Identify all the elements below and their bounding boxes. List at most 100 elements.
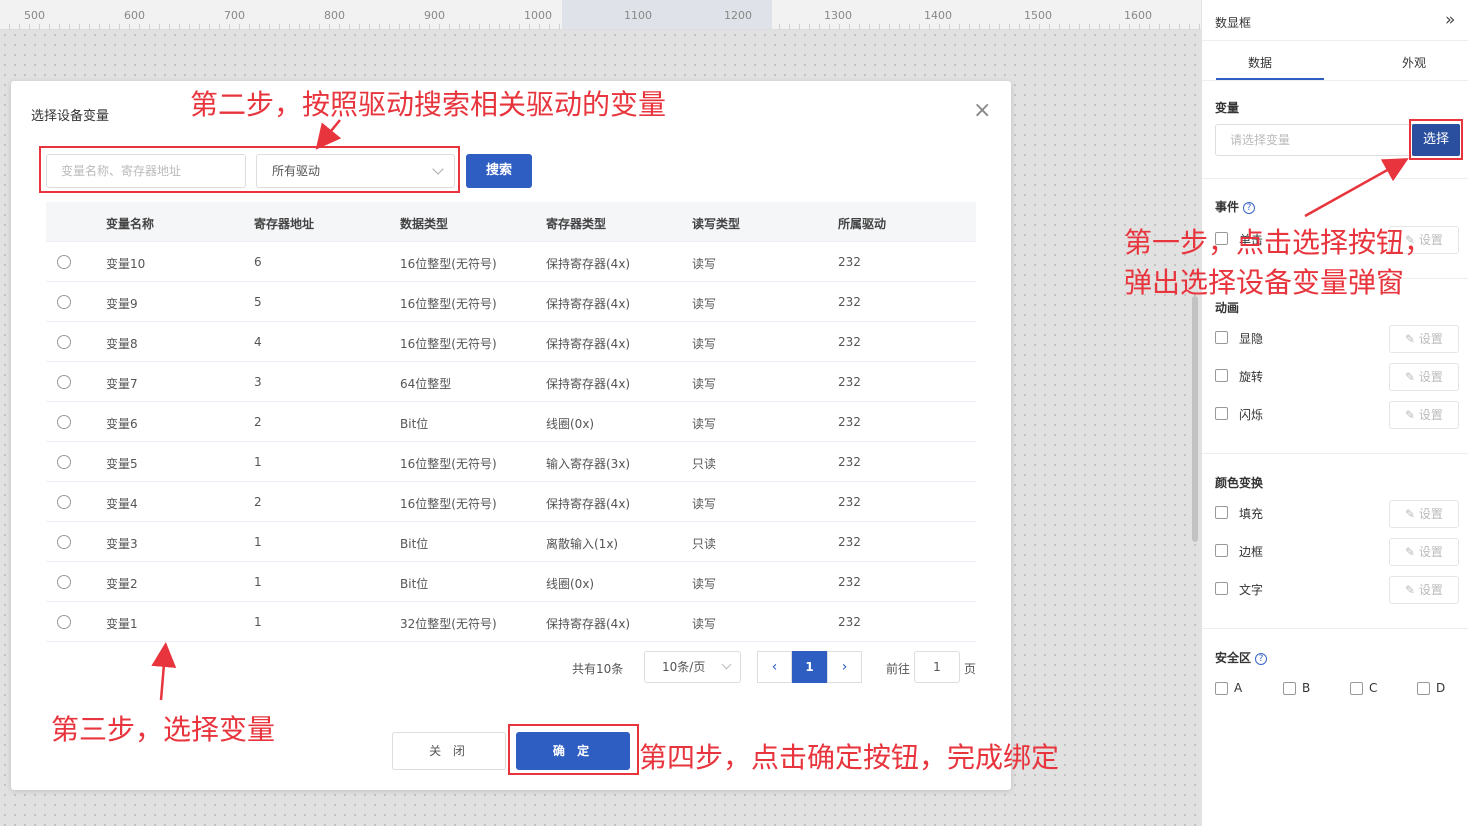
row-radio[interactable]: [57, 255, 71, 269]
row-radio[interactable]: [57, 455, 71, 469]
table-cell: 2: [254, 495, 262, 509]
table-row[interactable]: 变量6 2 Bit位 线圈(0x) 读写 232: [46, 402, 976, 442]
table-cell: 232: [838, 375, 861, 389]
close-button[interactable]: 关 闭: [392, 732, 506, 770]
row-radio[interactable]: [57, 335, 71, 349]
table-row[interactable]: 变量4 2 16位整型(无符号) 保持寄存器(4x) 读写 232: [46, 482, 976, 522]
table-cell: 3: [254, 375, 262, 389]
safe-zone-a-checkbox[interactable]: [1215, 682, 1228, 695]
color-fill-set-button[interactable]: ✎ 设置: [1389, 500, 1459, 528]
active-tab-indicator: [1216, 78, 1324, 80]
table-cell: 保持寄存器(4x): [546, 497, 631, 511]
table-cell: 读写: [692, 297, 717, 311]
variable-input[interactable]: 请选择变量: [1215, 124, 1415, 156]
tab-data[interactable]: 数据: [1248, 54, 1272, 71]
table-cell: Bit位: [400, 417, 429, 431]
row-radio[interactable]: [57, 375, 71, 389]
help-icon[interactable]: ?: [1243, 201, 1256, 214]
safe-zone-label: 安全区: [1215, 651, 1252, 665]
table-cell: 变量10: [106, 257, 146, 271]
collapse-icon[interactable]: »: [1445, 10, 1456, 30]
table-cell: 1: [254, 455, 262, 469]
table-cell: 变量6: [106, 417, 138, 431]
safe-zone-c-checkbox[interactable]: [1350, 682, 1363, 695]
table-row[interactable]: 变量2 1 Bit位 线圈(0x) 读写 232: [46, 562, 976, 602]
table-cell: 只读: [692, 537, 717, 551]
column-header: 变量名称: [106, 217, 155, 231]
color-text-set-button[interactable]: ✎ 设置: [1389, 576, 1459, 604]
table-row[interactable]: 变量10 6 16位整型(无符号) 保持寄存器(4x) 读写 232: [46, 242, 976, 282]
table-cell: 1: [254, 575, 262, 589]
table-row[interactable]: 变量8 4 16位整型(无符号) 保持寄存器(4x) 读写 232: [46, 322, 976, 362]
next-page-button[interactable]: ›: [827, 651, 862, 683]
safe-zone-d-checkbox[interactable]: [1417, 682, 1430, 695]
row-radio[interactable]: [57, 535, 71, 549]
ruler-tick-label: 800: [324, 9, 345, 22]
animation-rotate-label: 旋转: [1239, 370, 1264, 384]
color-fill-checkbox[interactable]: [1215, 506, 1228, 519]
row-radio[interactable]: [57, 615, 71, 629]
animation-show-checkbox[interactable]: [1215, 331, 1228, 344]
safe-zone-section-title: 安全区?: [1215, 649, 1268, 666]
ruler-tick-label: 1500: [1024, 9, 1052, 22]
table-cell: 232: [838, 615, 861, 629]
close-icon[interactable]: ×: [973, 98, 991, 123]
table-cell: 读写: [692, 337, 717, 351]
table-cell: 64位整型: [400, 377, 452, 391]
table-cell: 1: [254, 615, 262, 629]
safe-zone-b-checkbox[interactable]: [1283, 682, 1296, 695]
row-radio[interactable]: [57, 495, 71, 509]
table-cell: 线圈(0x): [546, 417, 595, 431]
tab-appearance[interactable]: 外观: [1402, 54, 1426, 71]
select-highlight-box: [1409, 119, 1463, 160]
table-cell: 5: [254, 295, 262, 309]
panel-title: 数显框: [1215, 16, 1252, 30]
table-cell: 232: [838, 295, 861, 309]
table-cell: 232: [838, 335, 861, 349]
prev-page-button[interactable]: ‹: [757, 651, 792, 683]
page-size-select[interactable]: 10条/页: [644, 651, 741, 683]
table-row[interactable]: 变量5 1 16位整型(无符号) 输入寄存器(3x) 只读 232: [46, 442, 976, 482]
color-text-checkbox[interactable]: [1215, 582, 1228, 595]
set-label: 设置: [1418, 408, 1443, 422]
animation-show-set-button[interactable]: ✎ 设置: [1389, 325, 1459, 353]
ruler-tick-label: 1100: [624, 9, 652, 22]
color-section-title: 颜色变换: [1215, 476, 1264, 490]
search-button[interactable]: 搜索: [466, 154, 532, 188]
page-unit-label: 页: [964, 662, 977, 676]
animation-blink-checkbox[interactable]: [1215, 407, 1228, 420]
section-divider: [1202, 453, 1468, 454]
page-1-button[interactable]: 1: [792, 651, 827, 683]
table-cell: 读写: [692, 617, 717, 631]
row-radio[interactable]: [57, 415, 71, 429]
section-divider: [1202, 178, 1468, 179]
page-size-value: 10条/页: [662, 660, 706, 674]
safe-zone-c-label: C: [1369, 681, 1378, 695]
table-row[interactable]: 变量9 5 16位整型(无符号) 保持寄存器(4x) 读写 232: [46, 282, 976, 322]
table-row[interactable]: 变量3 1 Bit位 离散输入(1x) 只读 232: [46, 522, 976, 562]
dialog-title: 选择设备变量: [31, 109, 110, 124]
table-cell: 保持寄存器(4x): [546, 297, 631, 311]
panel-scrollbar[interactable]: [1192, 296, 1198, 542]
goto-page-input[interactable]: 1: [914, 651, 960, 683]
ruler-tick-label: 900: [424, 9, 445, 22]
panel-tabs: 数据 外观: [1202, 41, 1468, 81]
row-radio[interactable]: [57, 295, 71, 309]
ruler-tick-label: 600: [124, 9, 145, 22]
table-cell: 变量1: [106, 617, 138, 631]
table-cell: 232: [838, 255, 861, 269]
table-row[interactable]: 变量7 3 64位整型 保持寄存器(4x) 读写 232: [46, 362, 976, 402]
animation-rotate-set-button[interactable]: ✎ 设置: [1389, 363, 1459, 391]
color-border-checkbox[interactable]: [1215, 544, 1228, 557]
animation-rotate-checkbox[interactable]: [1215, 369, 1228, 382]
color-border-set-button[interactable]: ✎ 设置: [1389, 538, 1459, 566]
table-cell: 保持寄存器(4x): [546, 617, 631, 631]
ruler-tick-label: 700: [224, 9, 245, 22]
safe-zone-b-label: B: [1302, 681, 1311, 695]
animation-blink-set-button[interactable]: ✎ 设置: [1389, 401, 1459, 429]
step2-annotation: 第二步，按照驱动搜索相关驱动的变量: [190, 88, 667, 121]
set-label: 设置: [1418, 370, 1443, 384]
table-row[interactable]: 变量1 1 32位整型(无符号) 保持寄存器(4x) 读写 232: [46, 602, 976, 642]
row-radio[interactable]: [57, 575, 71, 589]
help-icon[interactable]: ?: [1255, 652, 1268, 665]
